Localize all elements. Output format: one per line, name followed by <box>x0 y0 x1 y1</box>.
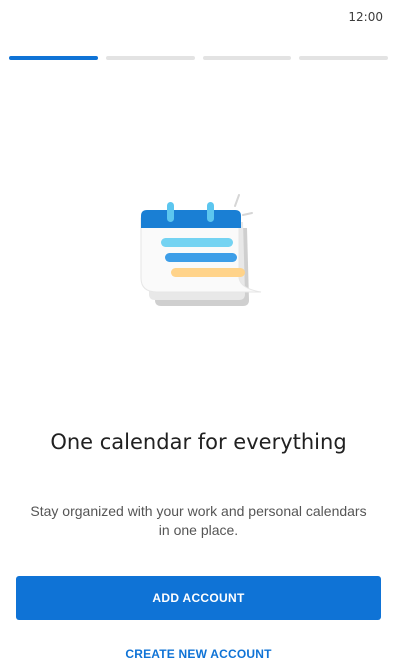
page-title: One calendar for everything <box>50 430 347 454</box>
status-bar: 12:00 <box>0 0 397 34</box>
progress-step-1 <box>9 56 98 60</box>
calendar-icon <box>135 188 265 313</box>
create-new-account-button[interactable]: CREATE NEW ACCOUNT <box>100 645 297 663</box>
onboarding-progress <box>9 56 388 60</box>
add-account-button[interactable]: ADD ACCOUNT <box>16 576 381 620</box>
progress-step-2 <box>105 56 195 60</box>
progress-step-4 <box>299 56 388 60</box>
calendar-illustration <box>140 194 262 306</box>
progress-step-3 <box>202 56 292 60</box>
status-time: 12:00 <box>348 10 383 24</box>
page-subtitle: Stay organized with your work and person… <box>30 503 367 538</box>
